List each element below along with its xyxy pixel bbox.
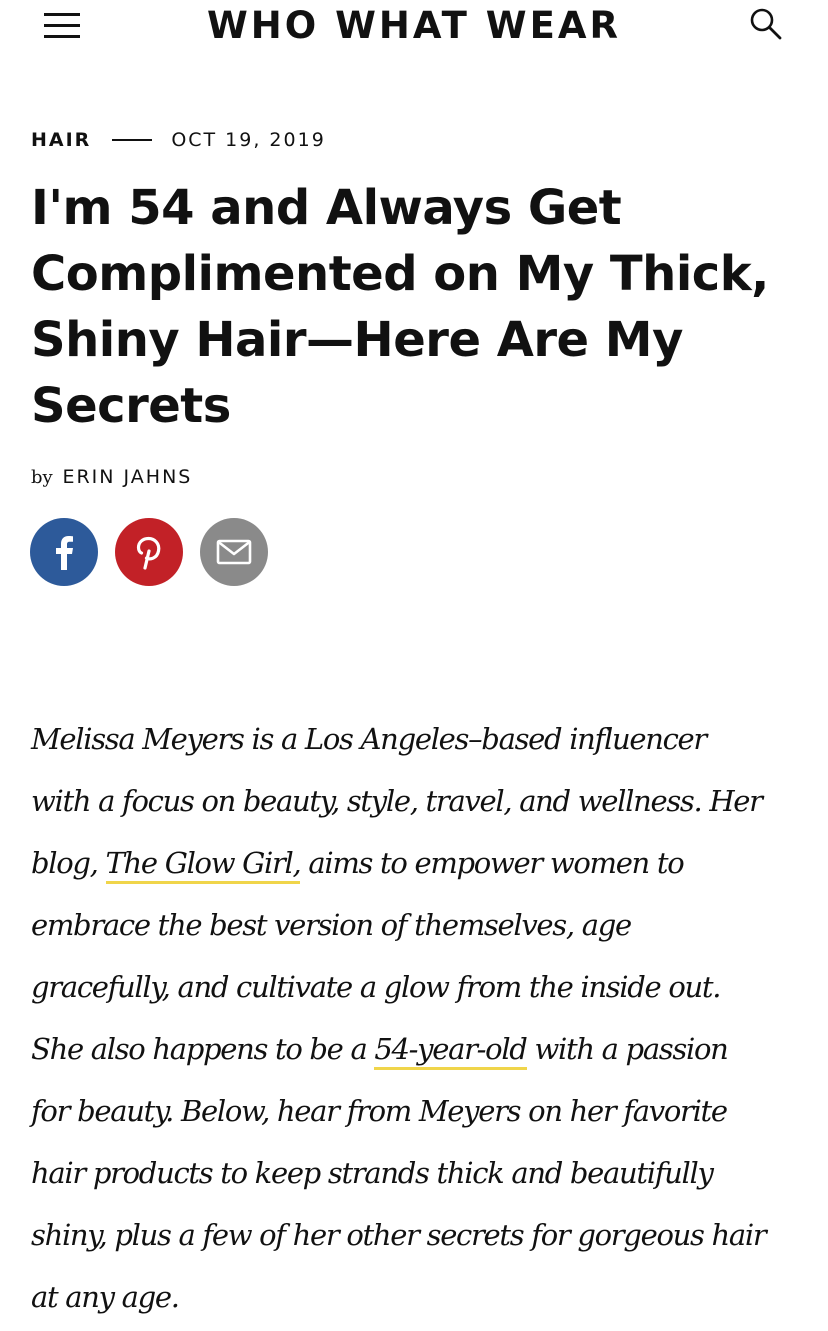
email-share-button[interactable] — [200, 518, 268, 586]
glow-girl-link[interactable]: The Glow Girl, — [105, 846, 302, 884]
site-header: WHO WHAT WEAR — [0, 0, 828, 56]
category-link[interactable]: HAIR — [31, 129, 91, 151]
intro-text-3: with a passion for beauty. Below, hear f… — [31, 1032, 767, 1314]
age-link[interactable]: 54-year-old — [374, 1032, 528, 1070]
pinterest-icon — [136, 536, 161, 570]
byline-prefix: by — [31, 467, 53, 488]
site-logo[interactable]: WHO WHAT WEAR — [0, 4, 828, 47]
author-link[interactable]: ERIN JAHNS — [62, 466, 192, 488]
email-icon — [216, 539, 252, 565]
meta-divider — [112, 139, 153, 141]
facebook-share-button[interactable] — [30, 518, 98, 586]
facebook-icon — [56, 536, 73, 570]
byline: by ERIN JAHNS — [31, 466, 192, 489]
article-intro-paragraph: Melissa Meyers is a Los Angeles–based in… — [31, 708, 771, 1328]
article-meta: HAIR OCT 19, 2019 — [31, 127, 326, 153]
pinterest-share-button[interactable] — [115, 518, 183, 586]
publish-date: OCT 19, 2019 — [171, 129, 326, 151]
article-title: I'm 54 and Always Get Complimented on My… — [31, 180, 769, 434]
search-icon[interactable] — [748, 6, 784, 42]
